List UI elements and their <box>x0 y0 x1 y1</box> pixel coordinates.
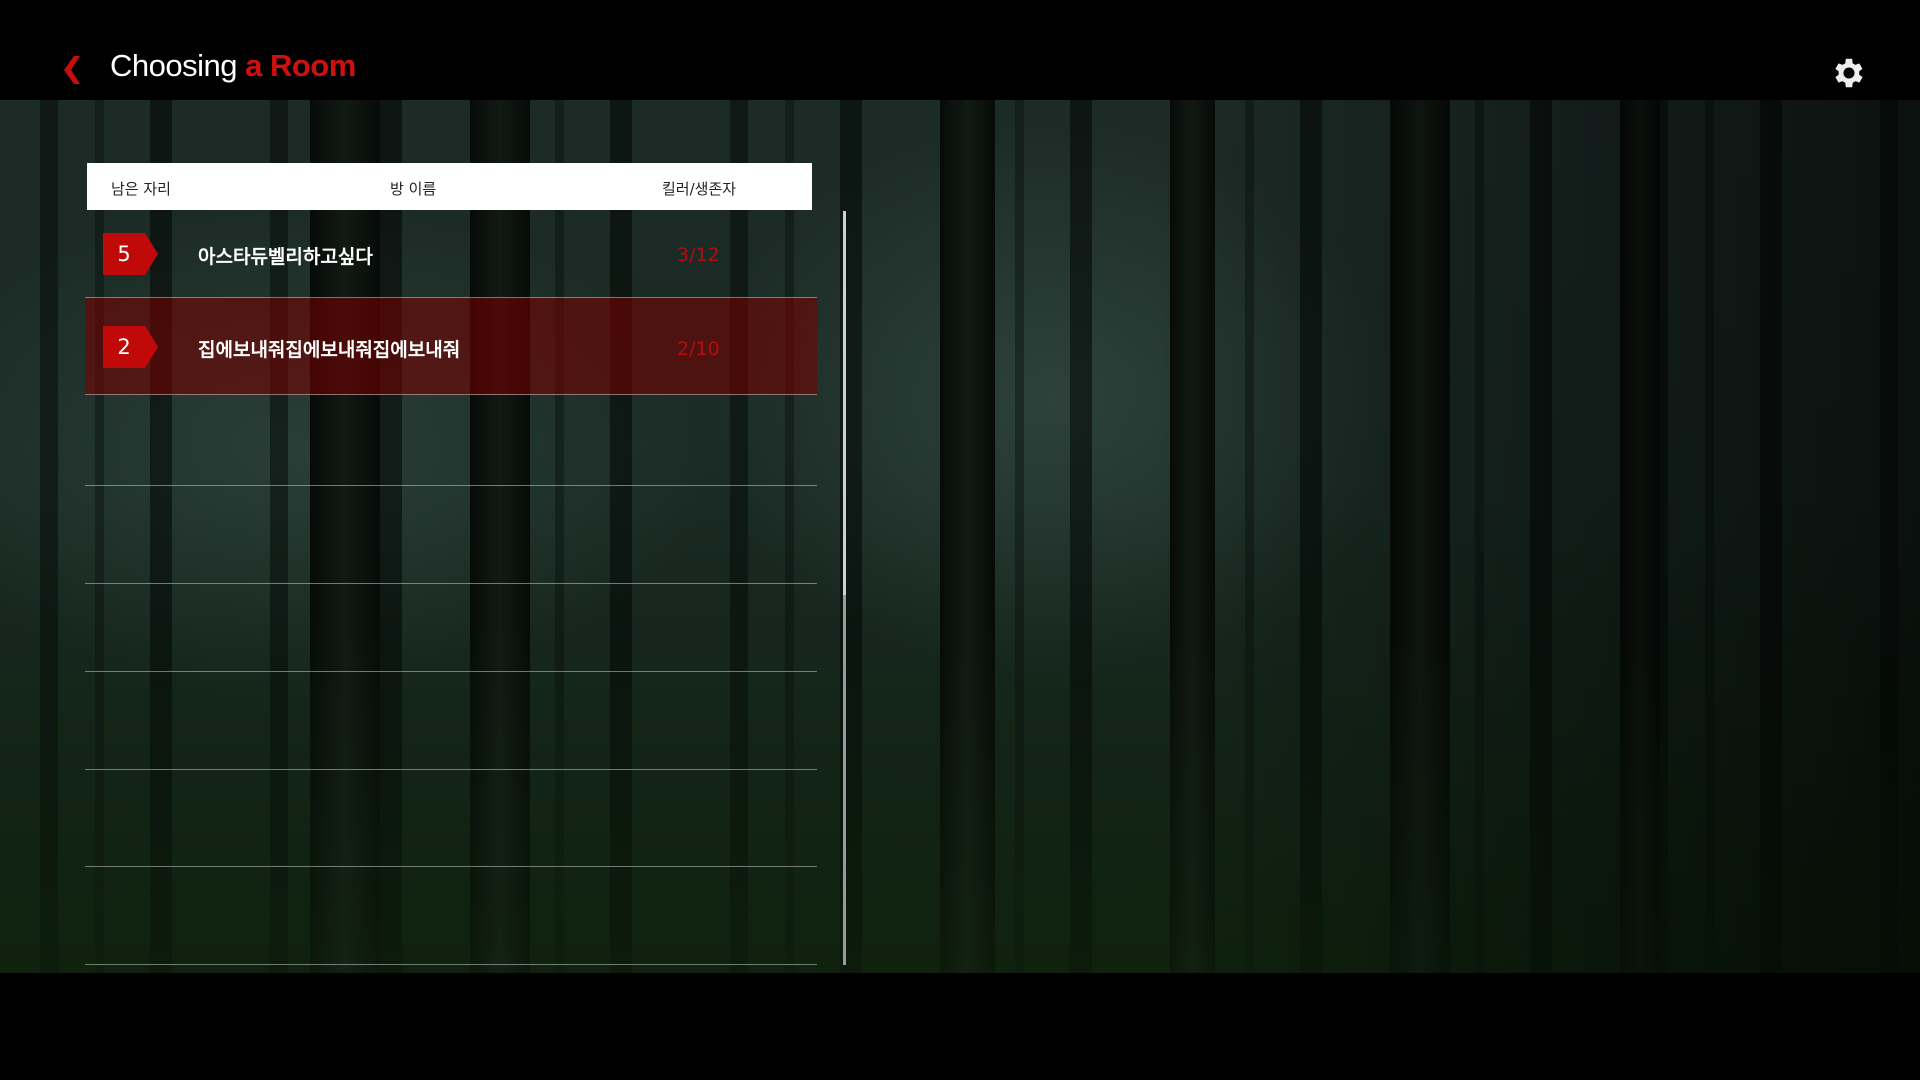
killer-survivor-ratio: 3/12 <box>677 244 720 266</box>
page-title: Choosing a Room <box>110 48 356 84</box>
room-name: 아스타듀벨리하고싶다 <box>198 246 373 268</box>
back-chevron-icon[interactable] <box>54 52 84 88</box>
empty-row <box>85 867 817 965</box>
list-scrollbar[interactable] <box>843 211 846 965</box>
col-seats: 남은 자리 <box>111 180 171 198</box>
settings-gear-icon[interactable] <box>1830 54 1868 92</box>
tree-trunk <box>1170 100 1215 973</box>
seats-count: 2 <box>117 335 131 359</box>
title-accent: a Room <box>245 48 356 83</box>
empty-row <box>85 584 817 672</box>
tree-trunk <box>1390 100 1450 973</box>
seats-badge: 2 <box>103 326 158 368</box>
col-killer-survivor: 킬러/생존자 <box>662 180 737 198</box>
tree-trunk <box>1620 100 1660 973</box>
empty-row <box>85 395 817 486</box>
scrollbar-thumb[interactable] <box>843 211 846 595</box>
empty-row <box>85 486 817 584</box>
room-row-selected[interactable]: 2 집에보내줘집에보내줘집에보내줘 2/10 <box>85 298 817 395</box>
empty-row <box>85 672 817 770</box>
title-main: Choosing <box>110 48 237 83</box>
tree-trunk <box>940 100 995 973</box>
empty-row <box>85 770 817 867</box>
room-row[interactable]: 5 아스타듀벨리하고싶다 3/12 <box>85 210 817 298</box>
seats-count: 5 <box>117 242 131 266</box>
room-name: 집에보내줘집에보내줘집에보내줘 <box>198 339 461 361</box>
table-header: 남은 자리 방 이름 킬러/생존자 <box>87 163 812 210</box>
col-room-name: 방 이름 <box>390 180 437 198</box>
killer-survivor-ratio: 2/10 <box>677 338 720 360</box>
seats-badge: 5 <box>103 233 158 275</box>
top-bar: Choosing a Room <box>0 0 1920 100</box>
